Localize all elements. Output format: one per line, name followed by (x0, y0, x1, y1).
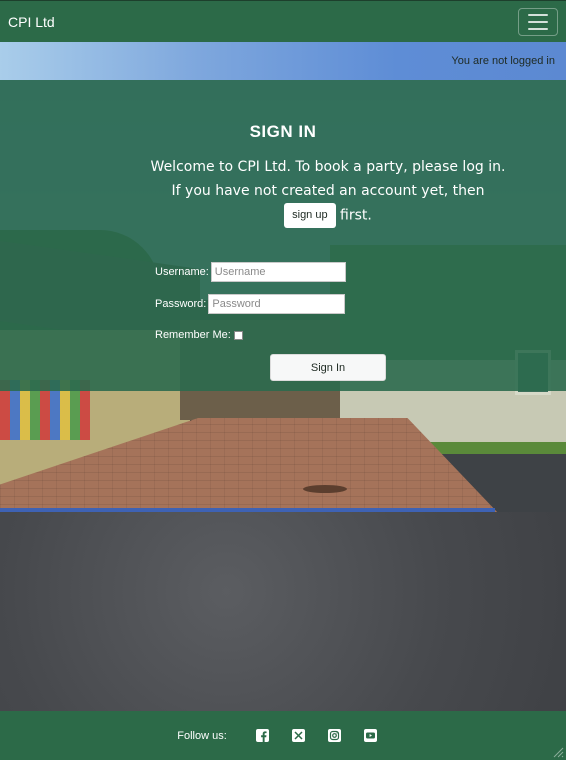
username-label: Username: (155, 266, 209, 278)
hamburger-icon (528, 13, 548, 16)
password-input[interactable] (208, 294, 346, 314)
brand-link[interactable]: CPI Ltd (8, 14, 55, 30)
youtube-icon[interactable] (364, 729, 378, 743)
remember-checkbox[interactable] (233, 330, 243, 340)
password-label: Password: (155, 298, 207, 310)
username-row: Username: (155, 262, 346, 282)
facebook-icon[interactable] (256, 729, 270, 743)
remember-row: Remember Me: (155, 329, 243, 341)
signup-button[interactable]: sign up (284, 203, 336, 228)
username-input[interactable] (210, 262, 346, 282)
page-title: SIGN IN (249, 122, 317, 141)
top-navbar: CPI Ltd (0, 0, 566, 42)
instagram-icon[interactable] (328, 729, 342, 743)
login-status-text: You are not logged in (451, 55, 555, 67)
resize-grip-icon[interactable] (552, 746, 564, 758)
password-row: Password: (155, 294, 346, 314)
signin-button[interactable]: Sign In (270, 354, 386, 381)
follow-label: Follow us: (177, 729, 227, 742)
x-twitter-icon[interactable] (292, 729, 306, 743)
welcome-text: Welcome to CPI Ltd. To book a party, ple… (150, 155, 506, 228)
remember-label: Remember Me: (155, 329, 231, 341)
navbar-toggler-button[interactable] (518, 7, 558, 36)
footer: Follow us: (0, 711, 566, 760)
